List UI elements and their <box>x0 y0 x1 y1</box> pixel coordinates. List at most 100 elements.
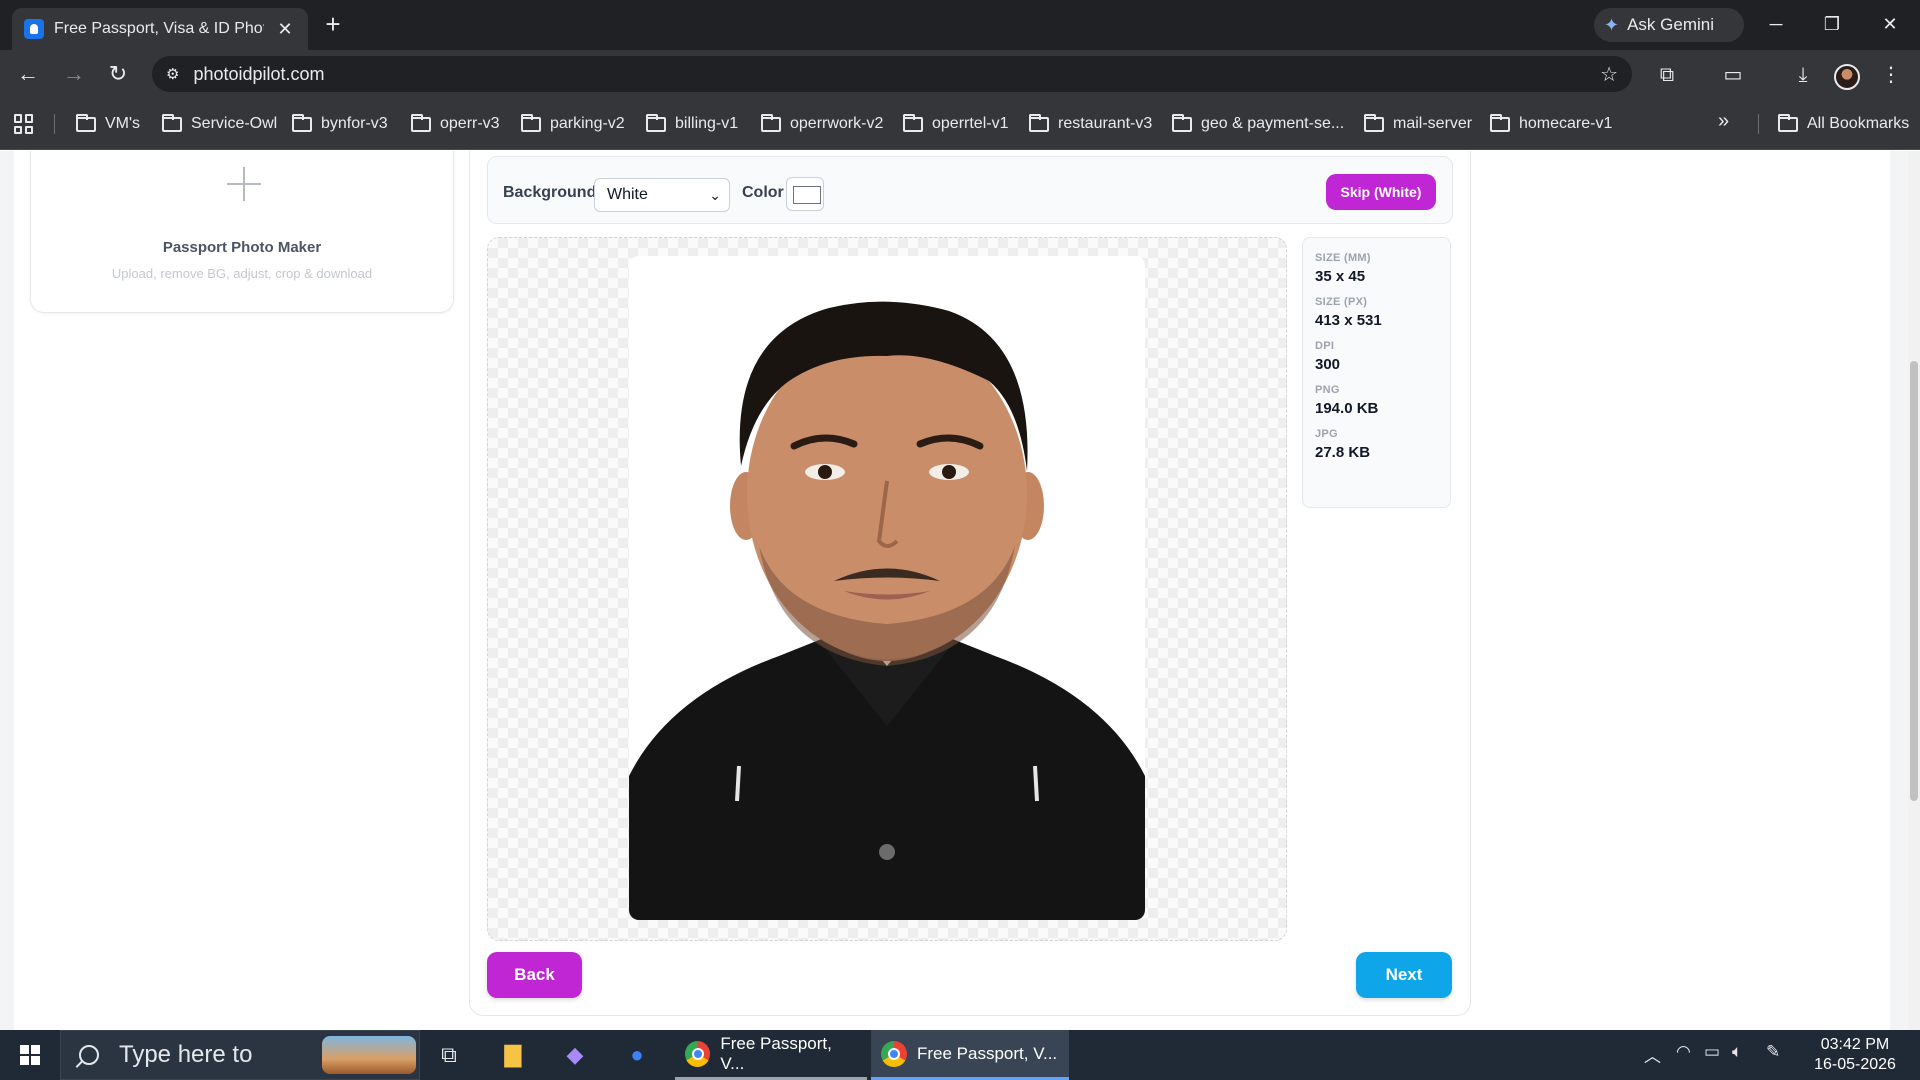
more-bookmarks-icon[interactable]: » <box>1718 110 1729 133</box>
card-subtitle: Upload, remove BG, adjust, crop & downlo… <box>111 266 373 281</box>
new-tab-icon[interactable]: + <box>318 10 348 40</box>
battery-icon[interactable]: ▭ <box>1704 1042 1720 1062</box>
gemini-label: Ask Gemini <box>1627 15 1715 34</box>
background-select[interactable]: White ⌄ <box>594 178 730 212</box>
clock-time: 03:42 PM <box>1820 1036 1890 1053</box>
system-clock[interactable]: 03:42 PM 16-05-2026 <box>1805 1035 1905 1075</box>
page-scrollbar[interactable] <box>1908 151 1920 1030</box>
download-icon[interactable]: ⤓ <box>1788 60 1818 90</box>
size-mm-value: 35 x 45 <box>1315 268 1366 285</box>
passport-maker-card[interactable]: Passport Photo Maker Upload, remove BG, … <box>30 151 454 313</box>
back-arrow-icon[interactable]: ← <box>12 58 44 90</box>
folder-icon <box>646 113 666 132</box>
next-button[interactable]: Next <box>1356 952 1452 998</box>
size-mm-info: SIZE (MM) 35 x 45 <box>1315 252 1438 285</box>
bookmark-star-icon[interactable]: ☆ <box>1600 62 1618 87</box>
url-text: photoidpilot.com <box>193 63 325 84</box>
show-hidden-icons-icon[interactable]: ︿ <box>1644 1042 1661 1067</box>
wifi-icon[interactable]: ◠ <box>1676 1042 1691 1062</box>
minimize-icon[interactable]: ─ <box>1756 8 1796 40</box>
forward-arrow-icon[interactable]: → <box>58 58 90 90</box>
windows-taskbar: Type here to ⧉ ▇ ◆ ● Free Passport, V...… <box>0 1030 1920 1080</box>
bookmark-item[interactable]: operrwork-v2 <box>761 112 883 136</box>
extensions-icon[interactable]: ⧉ <box>1652 60 1682 90</box>
bookmark-item[interactable]: homecare-v1 <box>1490 112 1612 136</box>
png-value: 194.0 KB <box>1315 400 1379 417</box>
bookmark-item[interactable]: restaurant-v3 <box>1029 112 1152 136</box>
png-info: PNG 194.0 KB <box>1315 384 1438 417</box>
taskbar-search-placeholder: Type here to <box>119 1041 253 1068</box>
restore-icon[interactable]: ❐ <box>1812 8 1852 40</box>
color-picker[interactable] <box>786 177 824 211</box>
jpg-info: JPG 27.8 KB <box>1315 428 1438 461</box>
address-bar[interactable]: ⚙ photoidpilot.com ☆ <box>152 56 1632 92</box>
dpi-info: DPI 300 <box>1315 340 1438 373</box>
bookmark-item[interactable]: operrtel-v1 <box>903 112 1008 136</box>
tab-search-icon[interactable]: ▭ <box>1718 60 1748 90</box>
taskbar-app-chrome[interactable]: Free Passport, V... <box>675 1030 867 1080</box>
skip-white-button[interactable]: Skip (White) <box>1326 174 1436 210</box>
browser-toolbar: ← → ↻ ⚙ photoidpilot.com ☆ ⧉ ▭ ⤓ ⋮ <box>0 50 1920 98</box>
folder-icon <box>1364 113 1384 132</box>
background-controls: Background White ⌄ Color Skip (White) <box>487 156 1453 224</box>
folder-icon <box>162 113 182 132</box>
passport-favicon-icon <box>24 19 44 39</box>
bookmark-item[interactable]: Service-Owl <box>162 112 277 136</box>
chrome-icon <box>685 1040 711 1067</box>
close-tab-icon[interactable]: ✕ <box>274 19 296 40</box>
jpg-value: 27.8 KB <box>1315 444 1371 461</box>
copilot-icon[interactable]: ◆ <box>560 1040 590 1070</box>
task-view-icon[interactable]: ⧉ <box>434 1040 464 1070</box>
background-label: Background <box>503 184 597 201</box>
folder-icon <box>1490 113 1510 132</box>
folder-icon <box>521 113 541 132</box>
page-viewport: Passport Photo Maker Upload, remove BG, … <box>0 151 1920 1030</box>
folder-icon <box>292 113 312 132</box>
browser-tab[interactable]: Free Passport, Visa & ID Photo Maker ✕ <box>12 8 308 50</box>
taskbar-app-chrome-active[interactable]: Free Passport, V... <box>871 1030 1069 1080</box>
site-settings-icon[interactable]: ⚙ <box>166 65 179 83</box>
folder-icon <box>903 113 923 132</box>
maps-pin-icon[interactable]: ● <box>622 1040 652 1070</box>
bookmark-item[interactable]: billing-v1 <box>646 112 738 136</box>
file-explorer-icon[interactable]: ▇ <box>498 1040 528 1070</box>
size-px-info: SIZE (PX) 413 x 531 <box>1315 296 1438 329</box>
all-bookmarks-button[interactable]: All Bookmarks <box>1778 112 1909 136</box>
size-px-label: SIZE (PX) <box>1315 296 1368 308</box>
search-highlight-image <box>322 1036 416 1074</box>
menu-kebab-icon[interactable]: ⋮ <box>1876 60 1906 90</box>
windows-start-icon[interactable] <box>20 1045 40 1065</box>
folder-icon <box>76 113 96 132</box>
bookmark-item[interactable]: geo & payment-se... <box>1172 112 1344 136</box>
portrait-image <box>629 301 1145 920</box>
apps-grid-icon[interactable] <box>14 114 34 134</box>
folder-icon <box>1172 113 1192 132</box>
folder-icon <box>1029 113 1049 132</box>
pen-icon[interactable]: ✎ <box>1766 1042 1780 1062</box>
folder-icon <box>411 113 431 132</box>
bookmark-item[interactable]: VM's <box>76 112 140 136</box>
bookmark-item[interactable]: operr-v3 <box>411 112 500 136</box>
back-button[interactable]: Back <box>487 952 582 998</box>
photo-info-panel: SIZE (MM) 35 x 45 SIZE (PX) 413 x 531 DP… <box>1302 237 1451 508</box>
size-mm-label: SIZE (MM) <box>1315 252 1371 264</box>
chevron-down-icon: ⌄ <box>709 187 721 203</box>
bookmark-item[interactable]: parking-v2 <box>521 112 625 136</box>
bookmarks-divider <box>54 114 55 134</box>
tab-title: Free Passport, Visa & ID Photo Maker <box>54 20 264 37</box>
reload-icon[interactable]: ↻ <box>102 58 134 90</box>
scrollbar-thumb[interactable] <box>1910 361 1918 801</box>
volume-icon[interactable]: 🔈︎ <box>1732 1042 1742 1062</box>
profile-avatar[interactable] <box>1834 64 1860 90</box>
close-window-icon[interactable]: ✕ <box>1870 8 1910 40</box>
chrome-icon <box>881 1040 907 1067</box>
size-px-value: 413 x 531 <box>1315 312 1382 329</box>
passport-photo <box>629 256 1145 920</box>
browser-tab-bar: Free Passport, Visa & ID Photo Maker ✕ +… <box>0 0 1920 50</box>
color-label: Color <box>742 184 784 201</box>
bookmark-item[interactable]: mail-server <box>1364 112 1472 136</box>
ask-gemini-button[interactable]: ✦ Ask Gemini <box>1594 8 1744 42</box>
bookmark-item[interactable]: bynfor-v3 <box>292 112 388 136</box>
bookmarks-divider <box>1758 114 1759 134</box>
plus-icon[interactable] <box>227 167 261 201</box>
